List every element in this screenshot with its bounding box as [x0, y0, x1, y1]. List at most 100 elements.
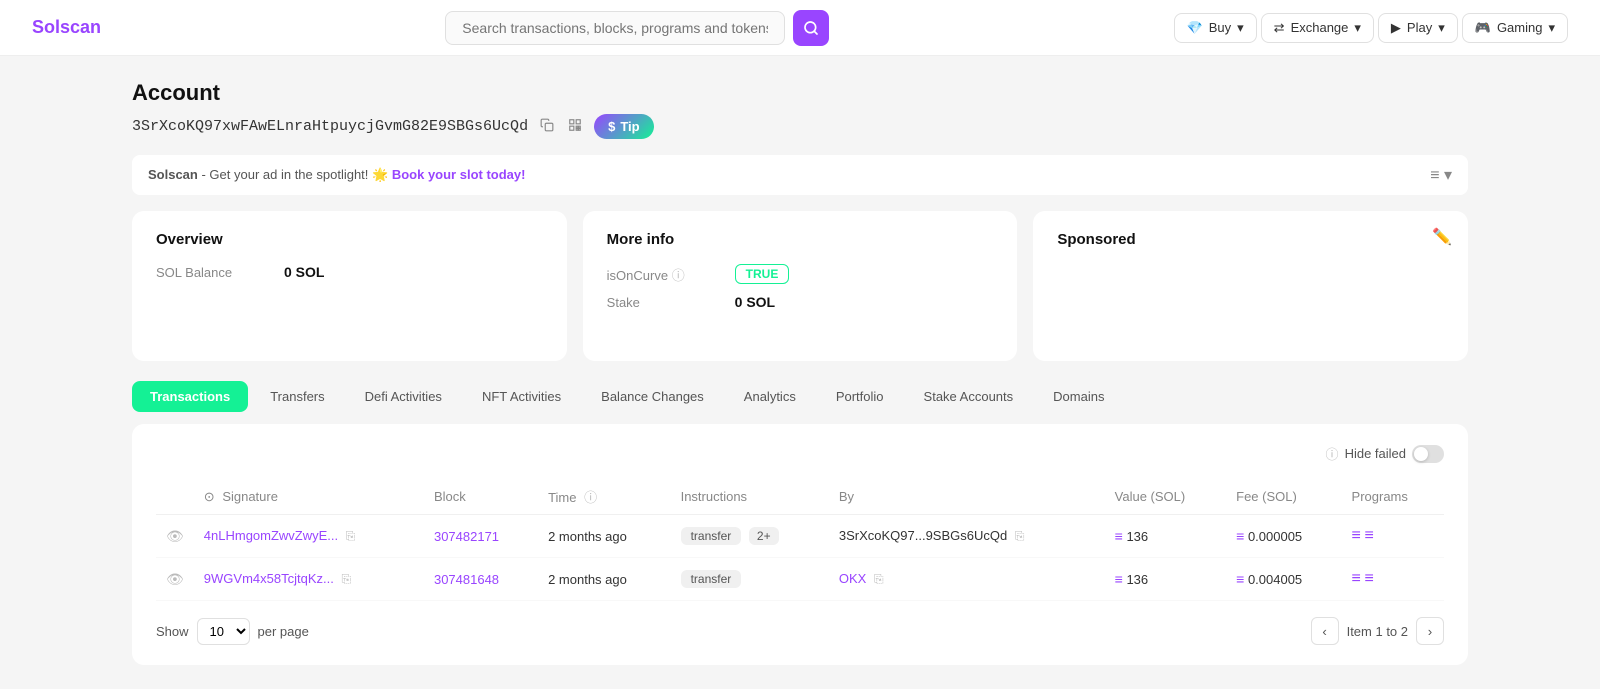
row2-by: OKX ⎘	[829, 558, 1105, 601]
sol-icon: ≡	[1115, 571, 1123, 587]
row1-time: 2 months ago	[538, 515, 671, 558]
block-link[interactable]: 307481648	[434, 572, 499, 587]
gamepad-icon: 🎮	[1475, 20, 1491, 36]
qr-button[interactable]	[566, 116, 584, 138]
ad-body: - Get your ad in the spotlight! 🌟	[201, 167, 391, 182]
tab-domains[interactable]: Domains	[1035, 381, 1122, 412]
tab-transactions[interactable]: Transactions	[132, 381, 248, 412]
copy-icon[interactable]: ⎘	[346, 529, 356, 543]
tab-balance-changes[interactable]: Balance Changes	[583, 381, 722, 412]
table-row: 👁 4nLHmgomZwvZwyE... ⎘ 307482171 2 month…	[156, 515, 1444, 558]
copy-address-button[interactable]	[538, 116, 556, 138]
item-range: Item 1 to 2	[1347, 624, 1408, 639]
is-on-curve-label: isOnCurve ⓘ	[607, 265, 727, 284]
info-icon: ⓘ	[672, 268, 685, 283]
next-page-button[interactable]: ›	[1416, 617, 1444, 645]
transactions-table: ⊙ Signature Block Time ⓘ Instructions By…	[156, 479, 1444, 601]
sponsored-card-title: Sponsored	[1057, 231, 1444, 248]
row1-value: ≡ 136	[1105, 515, 1227, 558]
search-icon	[803, 20, 819, 36]
row2-instructions: transfer	[671, 558, 829, 601]
gaming-label: Gaming	[1497, 20, 1543, 35]
solscan-brand: Solscan	[148, 167, 198, 182]
gaming-button[interactable]: 🎮 Gaming ▾	[1462, 13, 1568, 43]
tab-analytics[interactable]: Analytics	[726, 381, 814, 412]
eye-icon[interactable]: 👁	[166, 528, 184, 544]
is-on-curve-badge: TRUE	[735, 264, 790, 284]
tab-portfolio[interactable]: Portfolio	[818, 381, 902, 412]
play-label: Play	[1407, 20, 1432, 35]
time-info-icon: ⓘ	[584, 490, 597, 505]
stake-label: Stake	[607, 295, 727, 310]
row1-block: 307482171	[424, 515, 538, 558]
tabs-row: Transactions Transfers Defi Activities N…	[132, 381, 1468, 412]
chevron-down-icon: ▾	[1237, 20, 1244, 36]
row1-instructions: transfer 2+	[671, 515, 829, 558]
dollar-icon: $	[608, 119, 615, 134]
prev-page-button[interactable]: ‹	[1311, 617, 1339, 645]
search-button[interactable]	[793, 10, 829, 46]
per-page-control: Show 10 25 50 per page	[156, 618, 309, 645]
search-bar	[445, 10, 829, 46]
cards-row: Overview SOL Balance 0 SOL More info isO…	[132, 211, 1468, 361]
fee-amount: 0.000005	[1248, 529, 1302, 544]
signature-link[interactable]: 4nLHmgomZwvZwyE...	[204, 528, 338, 543]
tab-nft-activities[interactable]: NFT Activities	[464, 381, 579, 412]
buy-button[interactable]: 💎 Buy ▾	[1174, 13, 1257, 43]
col-eye	[156, 479, 194, 515]
sponsored-card: Sponsored ✏️	[1033, 211, 1468, 361]
ad-link[interactable]: Book your slot today!	[392, 167, 526, 182]
col-time: Time ⓘ	[538, 479, 671, 515]
col-fee: Fee (SOL)	[1226, 479, 1341, 515]
row1-fee: ≡ 0.000005	[1226, 515, 1341, 558]
exchange-button[interactable]: ⇄ Exchange ▾	[1261, 13, 1374, 43]
copy-icon[interactable]: ⎘	[341, 572, 351, 586]
row2-block: 307481648	[424, 558, 538, 601]
program-icon-1: ≡	[1352, 570, 1361, 587]
row2-value: ≡ 136	[1105, 558, 1227, 601]
eye-icon[interactable]: 👁	[166, 571, 184, 587]
tab-stake-accounts[interactable]: Stake Accounts	[906, 381, 1032, 412]
program-icon-1: ≡	[1352, 527, 1361, 544]
col-signature: ⊙ Signature	[194, 479, 424, 515]
row2-time: 2 months ago	[538, 558, 671, 601]
tip-button[interactable]: $ Tip	[594, 114, 654, 139]
block-link[interactable]: 307482171	[434, 529, 499, 544]
row1-by: 3SrXcoKQ97...9SBGs6UcQd ⎘	[829, 515, 1105, 558]
wallet-address: 3SrXcoKQ97xwFAwELnraHtpuycjGvmG82E9SBGs6…	[132, 118, 528, 135]
copy-icon[interactable]: ⎘	[874, 572, 884, 586]
fee-amount: 0.004005	[1248, 572, 1302, 587]
edit-icon[interactable]: ✏️	[1432, 227, 1452, 247]
col-programs: Programs	[1342, 479, 1444, 515]
per-page-select[interactable]: 10 25 50	[197, 618, 250, 645]
page-nav: ‹ Item 1 to 2 ›	[1311, 617, 1444, 645]
col-by: By	[829, 479, 1105, 515]
tab-defi-activities[interactable]: Defi Activities	[347, 381, 460, 412]
ad-banner: Solscan - Get your ad in the spotlight! …	[132, 155, 1468, 195]
by-link[interactable]: OKX	[839, 571, 866, 586]
copy-icon[interactable]: ⎘	[1015, 529, 1025, 543]
header-nav: 💎 Buy ▾ ⇄ Exchange ▾ ▶ Play ▾ 🎮 Gaming ▾	[1174, 13, 1568, 43]
tab-transfers[interactable]: Transfers	[252, 381, 342, 412]
buy-label: Buy	[1209, 20, 1231, 35]
main-content: Account 3SrXcoKQ97xwFAwELnraHtpuycjGvmG8…	[100, 56, 1500, 689]
address-row: 3SrXcoKQ97xwFAwELnraHtpuycjGvmG82E9SBGs6…	[132, 114, 1468, 139]
ad-menu-button[interactable]: ≡ ▾	[1430, 165, 1452, 185]
row2-eye: 👁	[156, 558, 194, 601]
instruction-tag-transfer: transfer	[681, 527, 742, 545]
sol-icon: ≡	[1236, 571, 1244, 587]
play-button[interactable]: ▶ Play ▾	[1378, 13, 1458, 43]
value-amount: 136	[1126, 529, 1148, 544]
ad-text: Solscan - Get your ad in the spotlight! …	[148, 167, 525, 183]
chevron-down-icon: ▾	[1354, 20, 1361, 36]
signature-link[interactable]: 9WGVm4x58TcjtqKz...	[204, 571, 334, 586]
sol-icon: ≡	[1115, 528, 1123, 544]
hide-failed-toggle[interactable]	[1412, 445, 1444, 463]
exchange-label: Exchange	[1291, 20, 1349, 35]
by-address: 3SrXcoKQ97...9SBGs6UcQd	[839, 528, 1007, 543]
exchange-icon: ⇄	[1274, 20, 1285, 36]
copy-icon	[540, 118, 554, 132]
more-info-card: More info isOnCurve ⓘ TRUE Stake 0 SOL	[583, 211, 1018, 361]
col-block: Block	[424, 479, 538, 515]
search-input[interactable]	[445, 11, 785, 45]
